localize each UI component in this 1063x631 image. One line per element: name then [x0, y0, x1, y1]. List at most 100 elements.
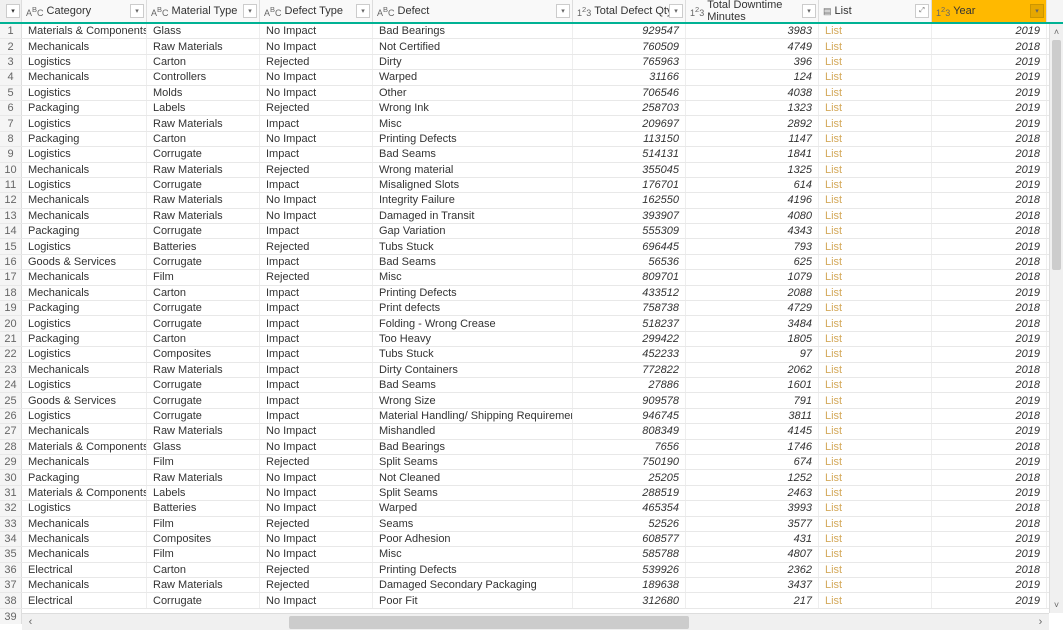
cell-defect-type[interactable]: Impact	[260, 301, 373, 315]
cell-defect[interactable]: Printing Defects	[373, 132, 573, 146]
scroll-track[interactable]	[39, 614, 1032, 631]
cell-year[interactable]: 2019	[932, 116, 1047, 130]
cell-category[interactable]: Logistics	[22, 178, 147, 192]
cell-defect[interactable]: Wrong material	[373, 163, 573, 177]
cell-downtime[interactable]: 431	[686, 532, 819, 546]
cell-material[interactable]: Glass	[147, 24, 260, 38]
cell-material[interactable]: Raw Materials	[147, 209, 260, 223]
cell-list[interactable]: List	[819, 440, 932, 454]
table-row[interactable]: 33MechanicalsFilmRejectedSeams525263577L…	[0, 517, 1063, 532]
table-row[interactable]: 5LogisticsMoldsNo ImpactOther7065464038L…	[0, 86, 1063, 101]
table-row[interactable]: 18MechanicalsCartonImpactPrinting Defect…	[0, 286, 1063, 301]
cell-downtime[interactable]: 793	[686, 239, 819, 253]
cell-material[interactable]: Corrugate	[147, 316, 260, 330]
table-row[interactable]: 15LogisticsBatteriesRejectedTubs Stuck69…	[0, 239, 1063, 254]
cell-material[interactable]: Corrugate	[147, 224, 260, 238]
cell-defect[interactable]: Split Seams	[373, 455, 573, 469]
cell-defect[interactable]: Printing Defects	[373, 563, 573, 577]
cell-defect[interactable]: Wrong Ink	[373, 101, 573, 115]
cell-list[interactable]: List	[819, 286, 932, 300]
cell-qty[interactable]: 909578	[573, 393, 686, 407]
cell-defect[interactable]: Poor Adhesion	[373, 532, 573, 546]
cell-material[interactable]: Molds	[147, 86, 260, 100]
cell-defect[interactable]: Other	[373, 86, 573, 100]
cell-category[interactable]: Goods & Services	[22, 255, 147, 269]
table-row[interactable]: 27MechanicalsRaw MaterialsNo ImpactMisha…	[0, 424, 1063, 439]
cell-defect-type[interactable]: Impact	[260, 316, 373, 330]
cell-list[interactable]: List	[819, 578, 932, 592]
cell-defect-type[interactable]: Rejected	[260, 455, 373, 469]
table-row[interactable]: 19PackagingCorrugateImpactPrint defects7…	[0, 301, 1063, 316]
cell-material[interactable]: Composites	[147, 347, 260, 361]
cell-year[interactable]: 2019	[932, 486, 1047, 500]
scroll-right-icon[interactable]: ›	[1032, 614, 1049, 631]
cell-defect-type[interactable]: No Impact	[260, 209, 373, 223]
row-number[interactable]: 13	[0, 209, 22, 223]
row-number[interactable]: 23	[0, 363, 22, 377]
row-number[interactable]: 10	[0, 163, 22, 177]
cell-list[interactable]: List	[819, 55, 932, 69]
cell-list[interactable]: List	[819, 193, 932, 207]
cell-list[interactable]: List	[819, 86, 932, 100]
cell-category[interactable]: Packaging	[22, 101, 147, 115]
corner-cell[interactable]: ▦ ▾	[0, 0, 22, 22]
row-number[interactable]: 16	[0, 255, 22, 269]
cell-qty[interactable]: 706546	[573, 86, 686, 100]
cell-defect-type[interactable]: No Impact	[260, 193, 373, 207]
table-row[interactable]: 35MechanicalsFilmNo ImpactMisc5857884807…	[0, 547, 1063, 562]
scroll-thumb[interactable]	[289, 616, 689, 629]
cell-defect[interactable]: Warped	[373, 501, 573, 515]
table-row[interactable]: 21PackagingCartonImpactToo Heavy29942218…	[0, 332, 1063, 347]
cell-downtime[interactable]: 217	[686, 593, 819, 607]
cell-year[interactable]: 2019	[932, 424, 1047, 438]
cell-category[interactable]: Packaging	[22, 132, 147, 146]
cell-category[interactable]: Logistics	[22, 347, 147, 361]
cell-defect[interactable]: Damaged Secondary Packaging	[373, 578, 573, 592]
cell-list[interactable]: List	[819, 409, 932, 423]
cell-category[interactable]: Mechanicals	[22, 209, 147, 223]
cell-list[interactable]: List	[819, 347, 932, 361]
cell-defect-type[interactable]: No Impact	[260, 132, 373, 146]
cell-material[interactable]: Controllers	[147, 70, 260, 84]
cell-qty[interactable]: 56536	[573, 255, 686, 269]
cell-defect-type[interactable]: Impact	[260, 393, 373, 407]
cell-category[interactable]: Logistics	[22, 116, 147, 130]
cell-category[interactable]: Mechanicals	[22, 39, 147, 53]
cell-downtime[interactable]: 396	[686, 55, 819, 69]
table-row[interactable]: 22LogisticsCompositesImpactTubs Stuck452…	[0, 347, 1063, 362]
cell-qty[interactable]: 608577	[573, 532, 686, 546]
cell-defect[interactable]: Bad Bearings	[373, 24, 573, 38]
cell-year[interactable]: 2018	[932, 301, 1047, 315]
cell-category[interactable]: Materials & Components	[22, 486, 147, 500]
cell-year[interactable]: 2018	[932, 209, 1047, 223]
cell-defect[interactable]: Seams	[373, 517, 573, 531]
cell-downtime[interactable]: 1325	[686, 163, 819, 177]
cell-year[interactable]: 2019	[932, 578, 1047, 592]
table-row[interactable]: 3LogisticsCartonRejectedDirty765963396Li…	[0, 55, 1063, 70]
cell-material[interactable]: Raw Materials	[147, 39, 260, 53]
cell-downtime[interactable]: 3811	[686, 409, 819, 423]
row-number[interactable]: 19	[0, 301, 22, 315]
cell-defect[interactable]: Dirty	[373, 55, 573, 69]
cell-material[interactable]: Composites	[147, 532, 260, 546]
cell-material[interactable]: Film	[147, 517, 260, 531]
table-row[interactable]: 13MechanicalsRaw MaterialsNo ImpactDamag…	[0, 209, 1063, 224]
table-row[interactable]: 11LogisticsCorrugateImpactMisaligned Slo…	[0, 178, 1063, 193]
cell-defect-type[interactable]: Impact	[260, 347, 373, 361]
cell-downtime[interactable]: 1841	[686, 147, 819, 161]
cell-category[interactable]: Mechanicals	[22, 286, 147, 300]
cell-material[interactable]: Corrugate	[147, 593, 260, 607]
table-row[interactable]: 38ElectricalCorrugateNo ImpactPoor Fit31…	[0, 593, 1063, 608]
cell-downtime[interactable]: 3577	[686, 517, 819, 531]
row-number[interactable]: 31	[0, 486, 22, 500]
cell-downtime[interactable]: 3437	[686, 578, 819, 592]
cell-defect[interactable]: Not Cleaned	[373, 470, 573, 484]
cell-qty[interactable]: 31166	[573, 70, 686, 84]
header-list[interactable]: ▤ List ⤢	[819, 0, 932, 22]
cell-year[interactable]: 2019	[932, 163, 1047, 177]
cell-category[interactable]: Packaging	[22, 470, 147, 484]
cell-defect[interactable]: Integrity Failure	[373, 193, 573, 207]
cell-qty[interactable]: 929547	[573, 24, 686, 38]
cell-defect-type[interactable]: Impact	[260, 363, 373, 377]
cell-defect[interactable]: Folding - Wrong Crease	[373, 316, 573, 330]
